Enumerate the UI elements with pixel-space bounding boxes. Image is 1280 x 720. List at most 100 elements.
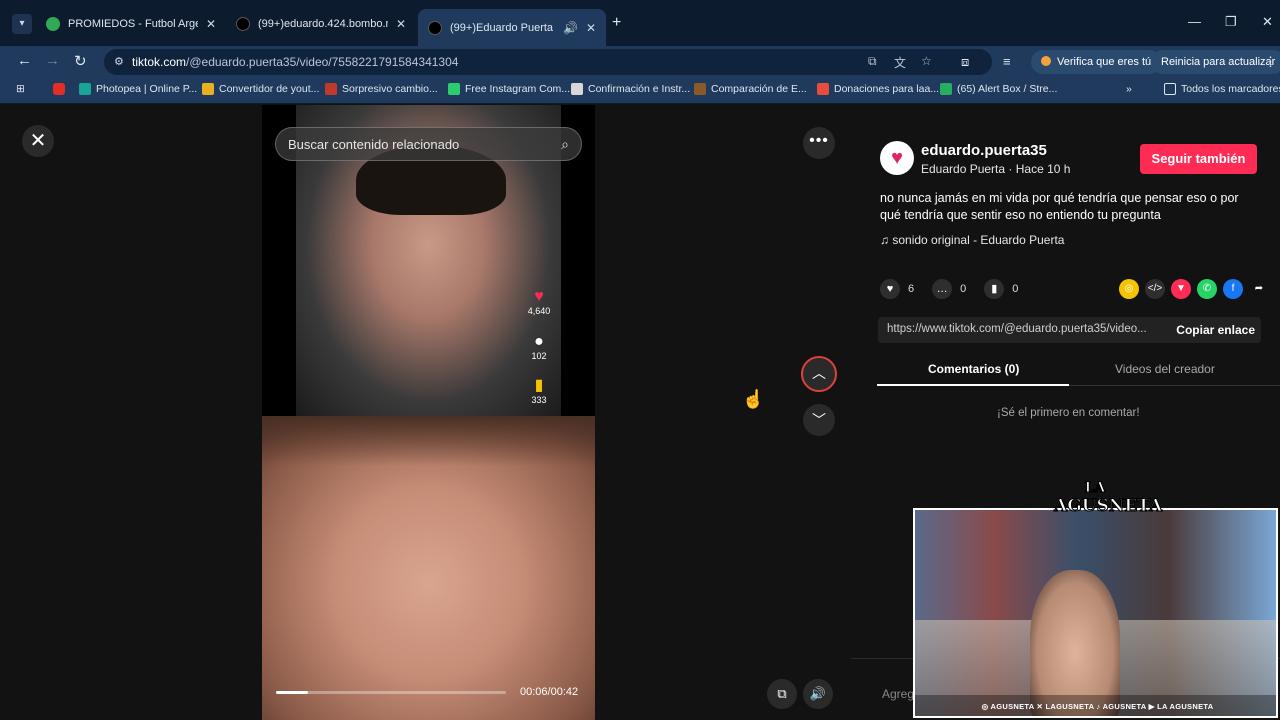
bookmarks-bar: ⊞ Photopea | Online P... Convertidor de … xyxy=(0,78,1280,104)
heart-icon: ♥ xyxy=(880,279,900,299)
tab-search-button[interactable]: ▾ xyxy=(12,14,32,34)
reload-icon[interactable]: ↻ xyxy=(74,52,87,70)
close-video-icon[interactable]: ✕ xyxy=(22,125,54,157)
share-link-box: https://www.tiktok.com/@eduardo.puerta35… xyxy=(878,317,1261,343)
youtube-bookmark-icon[interactable] xyxy=(53,83,70,95)
copy-link-button[interactable]: Copiar enlace xyxy=(1176,323,1255,337)
more-options-icon[interactable]: ••• xyxy=(803,127,835,159)
menu-dots-icon[interactable]: ⋮ xyxy=(1264,54,1277,70)
bookmark-icon: ▮ xyxy=(984,279,1005,299)
embed-code-icon[interactable]: </> xyxy=(1145,279,1165,299)
browser-tab-bar: ▾ PROMIEDOS - Futbol Argentino ✕ (99+)ed… xyxy=(0,0,1280,46)
tab-comments[interactable]: Comentarios (0) xyxy=(928,362,1019,376)
comment-placeholder: Agreg xyxy=(882,687,915,701)
close-tab-icon[interactable]: ✕ xyxy=(396,17,406,31)
video-progress-bar[interactable] xyxy=(276,691,506,694)
inner-save-stat: ▮ 333 xyxy=(525,377,553,405)
video-player[interactable] xyxy=(262,105,595,720)
close-tab-icon[interactable]: ✕ xyxy=(206,17,216,31)
close-window-icon[interactable]: ✕ xyxy=(1262,14,1273,30)
video-timecode: 00:06/00:42 xyxy=(520,686,579,698)
bookmark-item[interactable]: Donaciones para laa... xyxy=(817,83,939,95)
browser-toolbar: ← → ↻ ⚙ tiktok.com/@eduardo.puerta35/vid… xyxy=(0,46,1280,78)
back-icon[interactable]: ← xyxy=(17,52,32,69)
verify-pill[interactable]: Verifica que eres tú xyxy=(1031,50,1162,74)
apps-grid-icon[interactable]: ⊞ xyxy=(16,83,25,95)
follow-button[interactable]: Seguir también xyxy=(1140,144,1257,174)
address-bar[interactable]: ⚙ tiktok.com/@eduardo.puerta35/video/755… xyxy=(104,49,992,75)
tab-creator-videos[interactable]: Videos del creador xyxy=(1115,362,1215,376)
engagement-stats: ♥ 6 … 0 ▮ 0 xyxy=(880,279,1036,299)
heart-icon: ♥ xyxy=(534,288,544,305)
music-link[interactable]: ♫ sonido original - Eduardo Puerta xyxy=(880,233,1064,247)
creator-avatar[interactable]: ♥ xyxy=(880,141,914,175)
send-friends-icon[interactable]: ▼ xyxy=(1171,279,1191,299)
related-search-input[interactable]: Buscar contenido relacionado ⌕ xyxy=(275,127,582,161)
translate-icon[interactable]: 文 xyxy=(894,54,906,71)
bookmarks-overflow-icon[interactable]: » xyxy=(1126,83,1132,95)
bookmark-favicon-icon xyxy=(817,83,829,95)
bookmark-favicon-icon xyxy=(571,83,583,95)
bookmark-item[interactable]: Comparación de E... xyxy=(694,83,807,95)
forward-icon[interactable]: → xyxy=(45,52,60,69)
creator-username[interactable]: eduardo.puerta35 xyxy=(921,142,1047,159)
previous-video-icon[interactable]: ︿ xyxy=(801,356,837,392)
all-bookmarks[interactable]: Todos los marcadores xyxy=(1164,83,1280,95)
extensions-icon[interactable]: ⧈ xyxy=(961,54,969,70)
bookmark-item[interactable]: Convertidor de yout... xyxy=(202,83,319,95)
media-controls-icon[interactable]: ≡ xyxy=(1003,54,1011,69)
folder-icon xyxy=(1164,83,1176,95)
tiktok-favicon-icon xyxy=(428,20,442,35)
coin-share-icon[interactable]: ◎ xyxy=(1119,279,1139,299)
new-tab-icon[interactable]: + xyxy=(612,14,621,32)
bookmark-icon: ▮ xyxy=(534,377,544,394)
panel-tabs: Comentarios (0) Videos del creador xyxy=(877,358,1280,386)
bookmark-item[interactable]: Sorpresivo cambio... xyxy=(325,83,438,95)
bookmark-item[interactable]: Free Instagram Com... xyxy=(448,83,570,95)
share-arrow-icon[interactable]: ➦ xyxy=(1249,279,1269,299)
next-video-icon[interactable]: ﹀ xyxy=(803,404,835,436)
inner-comment-stat: ● 102 xyxy=(525,333,553,361)
facebook-icon[interactable]: f xyxy=(1223,279,1243,299)
inner-like-stat: ♥ 4,640 xyxy=(525,288,553,316)
bookmark-item[interactable]: Photopea | Online P... xyxy=(79,83,197,95)
comment-stat[interactable]: … 0 xyxy=(932,279,966,299)
active-tab-underline xyxy=(877,384,1069,386)
volume-icon[interactable]: 🔊 xyxy=(803,679,833,709)
bookmark-item[interactable]: (65) Alert Box / Stre... xyxy=(940,83,1057,95)
hand-cursor-icon: ☝ xyxy=(742,389,765,409)
share-link-text[interactable]: https://www.tiktok.com/@eduardo.puerta35… xyxy=(887,323,1147,335)
restart-update-pill[interactable]: Reinicia para actualizar xyxy=(1151,50,1280,74)
tiktok-favicon-icon xyxy=(236,17,250,31)
minimize-icon[interactable]: — xyxy=(1188,14,1201,29)
search-icon[interactable]: ⌕ xyxy=(561,136,569,153)
bookmark-favicon-icon xyxy=(202,83,214,95)
tab-title: (99+)eduardo.424.bombo.mp xyxy=(258,18,388,30)
site-info-icon[interactable]: ⚙ xyxy=(114,55,124,68)
bookmark-item[interactable]: Confirmación e Instr... xyxy=(571,83,690,95)
url-text: tiktok.com/@eduardo.puerta35/video/75582… xyxy=(132,55,459,69)
save-stat[interactable]: ▮ 0 xyxy=(984,279,1018,299)
share-buttons: ◎ </> ▼ ✆ f ➦ xyxy=(1113,279,1269,299)
speaker-icon[interactable]: 🔊 xyxy=(563,21,578,35)
whatsapp-icon[interactable]: ✆ xyxy=(1197,279,1217,299)
tab-title: (99+)Eduardo Puerta (@ed xyxy=(450,21,555,34)
alert-dot-icon xyxy=(1041,56,1051,66)
install-app-icon[interactable]: ⧉ xyxy=(868,54,877,69)
post-description: no nunca jamás en mi vida por qué tendrí… xyxy=(880,191,1239,222)
comment-icon: … xyxy=(932,279,953,299)
bookmark-favicon-icon xyxy=(325,83,337,95)
promiedos-favicon-icon xyxy=(46,17,60,31)
browser-tab[interactable]: (99+)eduardo.424.bombo.mp ✕ xyxy=(226,9,416,39)
progress-fill xyxy=(276,691,309,694)
close-tab-icon[interactable]: ✕ xyxy=(586,21,596,35)
floating-player-icon[interactable]: ⧉ xyxy=(767,679,797,709)
restore-icon[interactable]: ❐ xyxy=(1225,14,1237,30)
creator-subtitle: Eduardo Puerta · Hace 10 h xyxy=(921,162,1071,176)
comment-icon: ● xyxy=(534,333,544,350)
browser-tab-active[interactable]: (99+)Eduardo Puerta (@ed 🔊 ✕ xyxy=(418,9,606,46)
bookmark-star-icon[interactable]: ☆ xyxy=(921,54,932,68)
like-stat[interactable]: ♥ 6 xyxy=(880,279,914,299)
bookmark-favicon-icon xyxy=(694,83,706,95)
browser-tab[interactable]: PROMIEDOS - Futbol Argentino ✕ xyxy=(36,9,226,39)
